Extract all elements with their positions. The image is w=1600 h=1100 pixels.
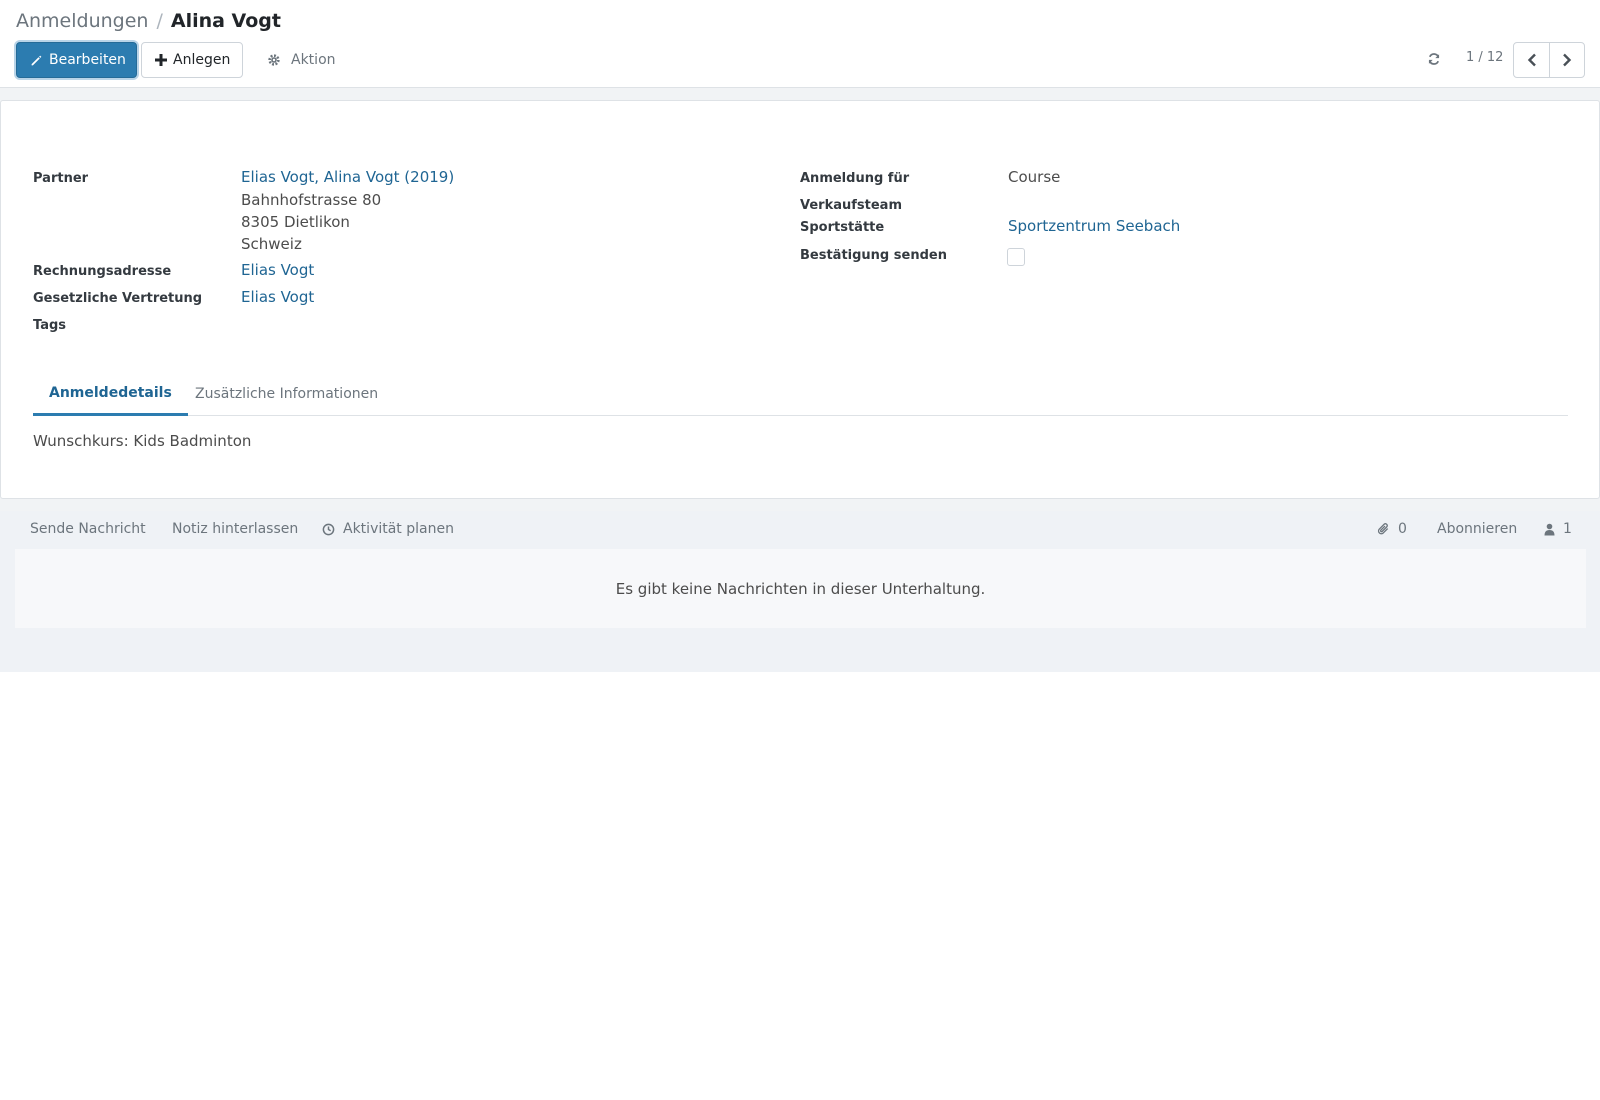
pencil-icon [30,54,43,67]
partner-label: Partner [33,171,89,186]
chevron-left-icon [1527,53,1537,67]
followers-button[interactable]: 1 [1544,521,1572,537]
attachments-count: 0 [1398,521,1407,537]
refresh-icon[interactable] [1424,49,1444,69]
registration-for-value: Course [1008,168,1061,186]
registration-for-label: Anmeldung für [800,171,910,186]
user-icon [1544,523,1555,536]
attachments-button[interactable]: 0 [1377,521,1407,537]
tags-label: Tags [33,318,67,333]
venue-link[interactable]: Sportzentrum Seebach [1008,217,1180,235]
log-note-button[interactable]: Notiz hinterlassen [172,521,298,537]
partner-country: Schweiz [241,235,302,253]
create-button-label: Anlegen [173,52,231,68]
chatter: Sende Nachricht Notiz hinterlassen Aktiv… [0,511,1600,672]
send-message-button[interactable]: Sende Nachricht [30,521,146,537]
pager-buttons [1513,42,1585,78]
edit-button[interactable]: Bearbeiten [16,42,137,78]
legal-representative-label: Gesetzliche Vertretung [33,291,203,306]
chatter-topbar: Sende Nachricht Notiz hinterlassen Aktiv… [0,511,1600,549]
tab-content-text: Wunschkurs: Kids Badminton [33,432,252,450]
chevron-right-icon [1562,53,1572,67]
venue-label: Sportstätte [800,220,885,235]
followers-count: 1 [1563,521,1572,537]
sales-team-label: Verkaufsteam [800,198,902,213]
pager-value[interactable]: 1 / 12 [1466,50,1503,65]
paperclip-icon [1377,522,1390,536]
pager-next-button[interactable] [1549,43,1584,77]
partner-city: 8305 Dietlikon [241,213,350,231]
breadcrumb-current: Alina Vogt [170,10,281,32]
chatter-empty-message: Es gibt keine Nachrichten in dieser Unte… [15,549,1586,628]
create-button[interactable]: Anlegen [141,42,243,78]
billing-address-label: Rechnungsadresse [33,264,172,279]
action-menu-button[interactable]: Aktion [254,42,349,78]
send-confirmation-checkbox[interactable] [1007,248,1025,266]
schedule-activity-button[interactable]: Aktivität planen [322,521,454,537]
breadcrumb: Anmeldungen / Alina Vogt [16,10,281,32]
notebook-tabs: Anmeldedetails Zusätzliche Informationen [33,372,1568,416]
clock-icon [322,523,335,536]
follow-button[interactable]: Abonnieren [1437,521,1517,537]
partner-link[interactable]: Elias Vogt, Alina Vogt (2019) [241,168,454,186]
gear-icon [267,53,281,67]
billing-address-link[interactable]: Elias Vogt [241,261,314,279]
breadcrumb-separator: / [156,10,163,32]
edit-button-label: Bearbeiten [49,52,126,68]
legal-representative-link[interactable]: Elias Vogt [241,288,314,306]
action-menu-label: Aktion [291,52,336,68]
tab-additional-information[interactable]: Zusätzliche Informationen [179,372,394,416]
tab-registration-details[interactable]: Anmeldedetails [33,372,188,416]
breadcrumb-parent-link[interactable]: Anmeldungen [16,10,148,32]
plus-icon [155,54,167,66]
pager-previous-button[interactable] [1514,43,1549,77]
send-confirmation-label: Bestätigung senden [800,248,947,263]
control-panel: Anmeldungen / Alina Vogt Bearbeiten Anle… [0,0,1600,88]
partner-street: Bahnhofstrasse 80 [241,191,382,209]
schedule-activity-label: Aktivität planen [343,521,454,537]
